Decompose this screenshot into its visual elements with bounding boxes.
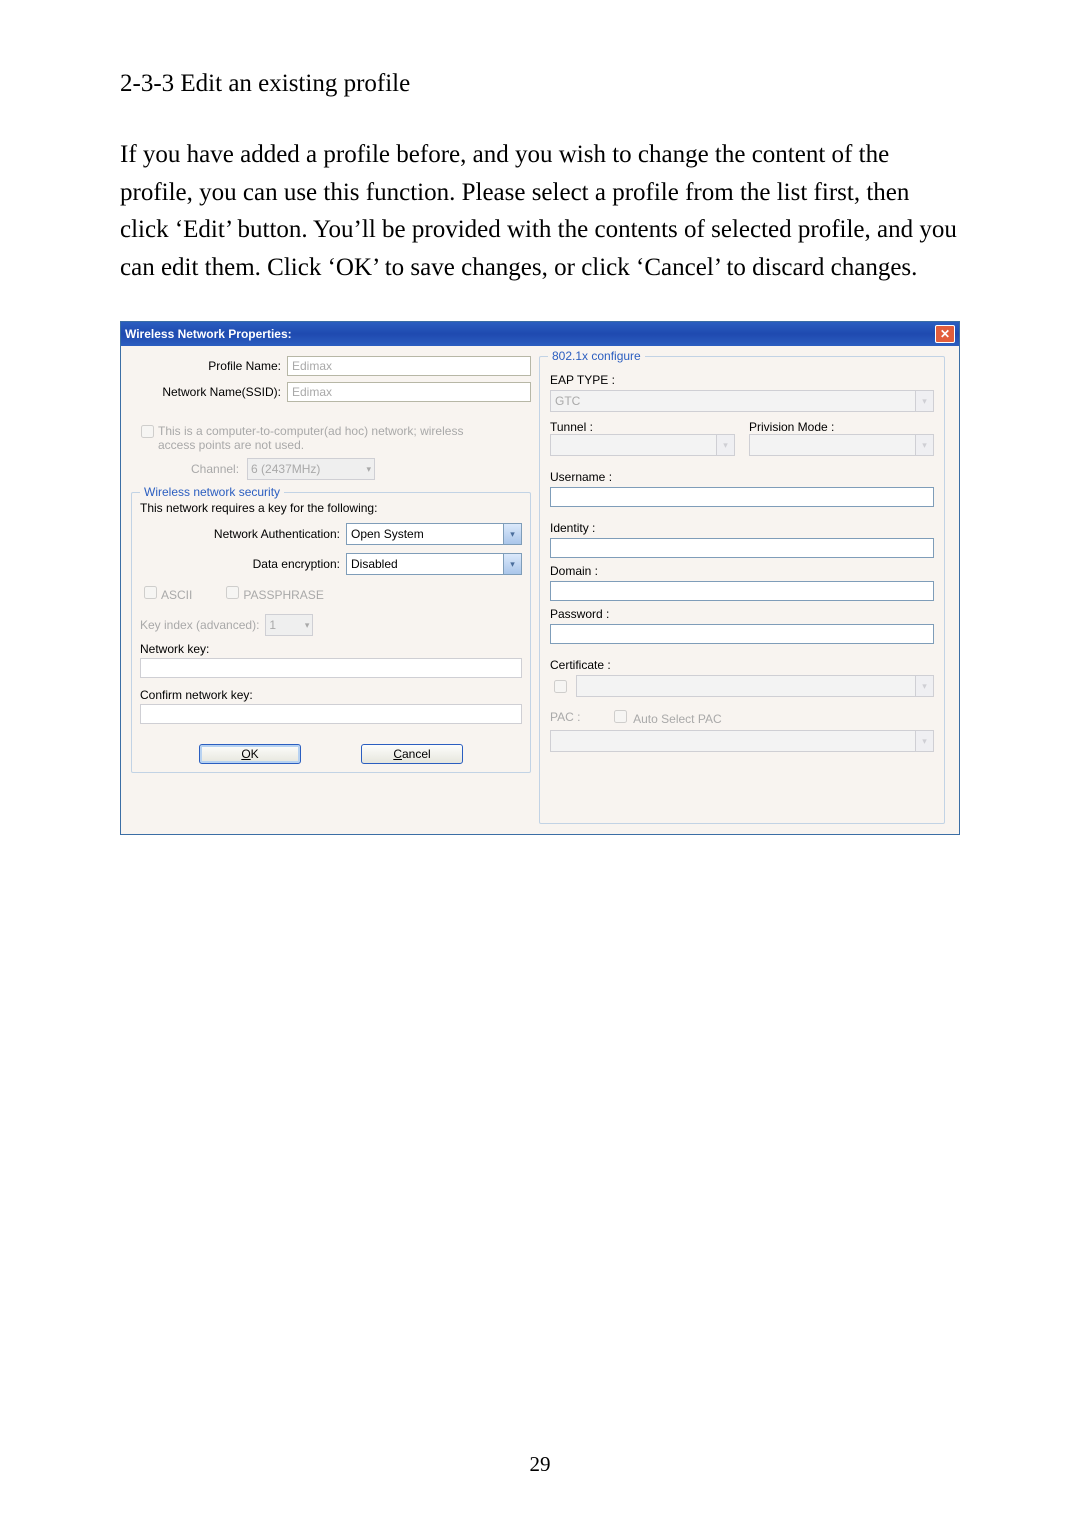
close-icon[interactable]: ✕ [935,325,955,343]
domain-label: Domain : [550,564,934,578]
passphrase-option[interactable]: PASSPHRASE [222,583,323,602]
passphrase-label: PASSPHRASE [243,588,323,602]
privision-label: Privision Mode : [749,420,934,434]
auth-select[interactable]: Open System ▾ [346,523,522,545]
enc-label: Data encryption: [140,557,340,571]
ascii-label: ASCII [161,588,192,602]
keyidx-select[interactable]: 1 ▾ [265,614,313,636]
ascii-checkbox[interactable] [144,586,157,599]
adhoc-checkbox[interactable] [141,425,154,438]
cert-label: Certificate : [550,658,934,672]
body-text: If you have added a profile before, and … [120,136,960,286]
adhoc-label-1: This is a computer-to-computer(ad hoc) n… [158,424,463,438]
security-groupbox: Wireless network security This network r… [131,492,531,773]
eap-label: EAP TYPE : [550,373,934,387]
eap-select[interactable]: GTC ▾ [550,390,934,412]
ssid-input[interactable] [287,382,531,402]
netkey-label: Network key: [140,642,522,656]
profile-name-input[interactable] [287,356,531,376]
username-label: Username : [550,470,934,484]
ok-button[interactable]: OK [199,744,301,764]
pac-select[interactable]: ▾ [550,730,934,752]
identity-label: Identity : [550,521,934,535]
section-heading: 2-3-3 Edit an existing profile [120,70,960,98]
passphrase-checkbox[interactable] [226,586,239,599]
ascii-option[interactable]: ASCII [140,583,192,602]
profile-name-label: Profile Name: [131,359,281,373]
wireless-properties-dialog: Wireless Network Properties: ✕ Profile N… [120,321,960,835]
titlebar: Wireless Network Properties: ✕ [121,322,959,346]
cert-select[interactable]: ▾ [576,675,934,697]
channel-value: 6 (2437MHz) [251,462,320,476]
netkey-input[interactable] [140,658,522,678]
chevron-down-icon: ▾ [367,464,372,475]
chevron-down-icon: ▾ [916,675,934,697]
identity-input[interactable] [550,538,934,558]
security-desc: This network requires a key for the foll… [140,501,522,515]
chevron-down-icon: ▾ [916,730,934,752]
auto-pac-option[interactable]: Auto Select PAC [610,707,721,726]
8021x-group-title: 802.1x configure [548,349,645,363]
keyidx-label: Key index (advanced): [140,618,259,632]
ok-text: K [251,747,259,761]
chevron-down-icon: ▾ [717,434,735,456]
eap-value: GTC [550,390,916,412]
adhoc-label-2: access points are not used. [158,438,463,452]
cancel-button[interactable]: Cancel [361,744,463,764]
page-number: 29 [530,1452,551,1477]
8021x-groupbox: 802.1x configure EAP TYPE : GTC ▾ Tunnel… [539,356,945,824]
enc-value: Disabled [346,553,504,575]
chevron-down-icon[interactable]: ▾ [504,523,522,545]
window-title: Wireless Network Properties: [125,327,292,341]
auto-pac-label: Auto Select PAC [633,712,722,726]
channel-select[interactable]: 6 (2437MHz) ▾ [247,458,375,480]
tunnel-label: Tunnel : [550,420,735,434]
chevron-down-icon: ▾ [305,620,310,631]
confirm-input[interactable] [140,704,522,724]
chevron-down-icon[interactable]: ▾ [916,390,934,412]
security-group-title: Wireless network security [140,485,284,499]
privision-select[interactable]: ▾ [749,434,934,456]
chevron-down-icon: ▾ [916,434,934,456]
password-input[interactable] [550,624,934,644]
ssid-label: Network Name(SSID): [131,385,281,399]
auth-label: Network Authentication: [140,527,340,541]
tunnel-select[interactable]: ▾ [550,434,735,456]
password-label: Password : [550,607,934,621]
cert-checkbox[interactable] [554,680,567,693]
channel-label: Channel: [191,462,239,476]
cancel-text: ancel [402,747,431,761]
enc-select[interactable]: Disabled ▾ [346,553,522,575]
keyidx-value: 1 [269,618,276,632]
username-input[interactable] [550,487,934,507]
domain-input[interactable] [550,581,934,601]
pac-label: PAC : [550,710,580,724]
auth-value: Open System [346,523,504,545]
chevron-down-icon[interactable]: ▾ [504,553,522,575]
auto-pac-checkbox[interactable] [614,710,627,723]
confirm-label: Confirm network key: [140,688,522,702]
